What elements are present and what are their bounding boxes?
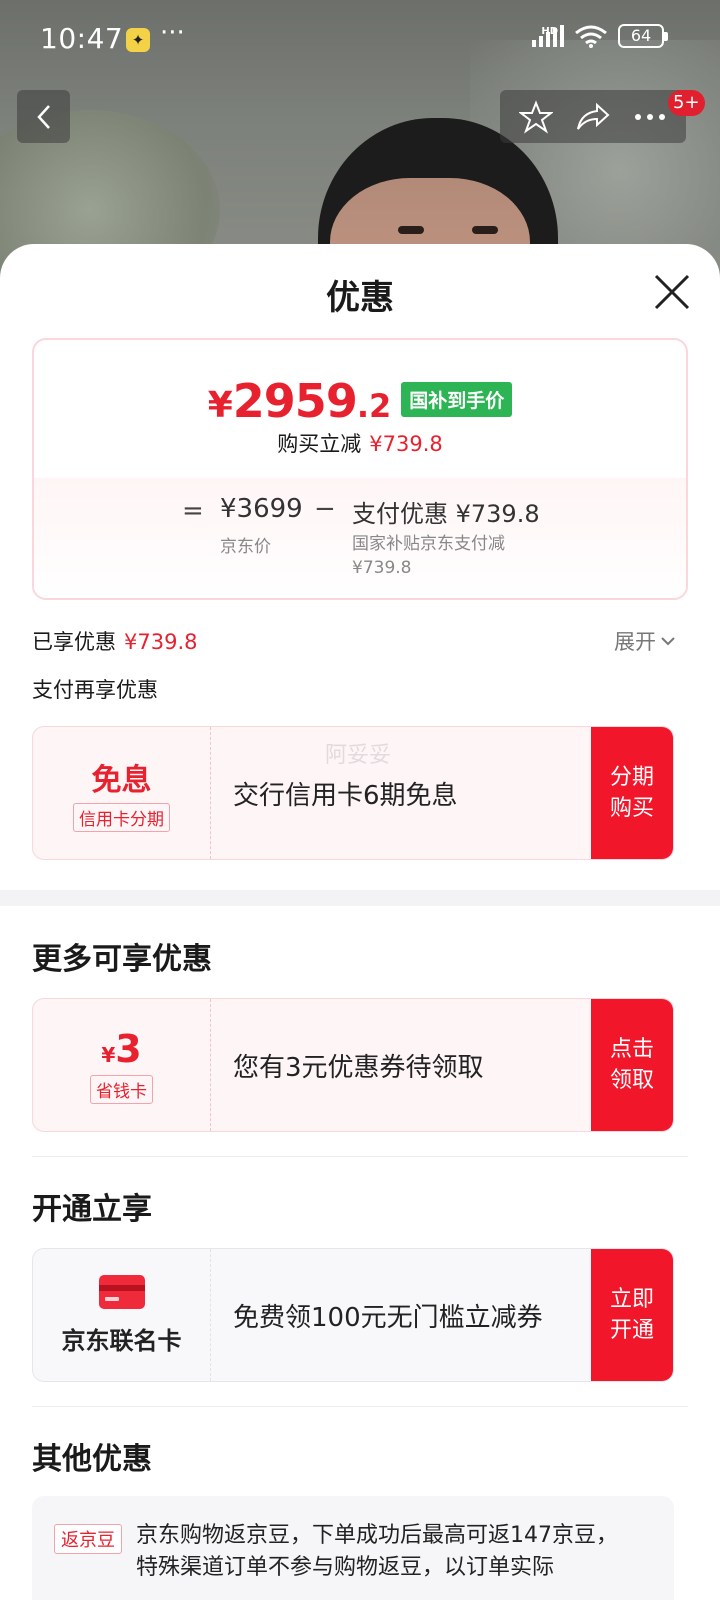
divider-line (32, 1406, 688, 1407)
section-divider (0, 890, 720, 906)
status-time: 10:47 (40, 22, 124, 55)
back-button[interactable] (17, 90, 70, 143)
coupon-amount: ¥3 (101, 1027, 141, 1071)
pay-discount-note: 国家补贴京东支付减 ¥739.8 (352, 534, 505, 578)
reduce-amount: ¥739.8 (369, 432, 443, 456)
installment-text: 交行信用卡6期免息 (233, 780, 458, 811)
subsidy-price-tag: 国补到手价 (401, 382, 513, 417)
coupon-sub: 省钱卡 (90, 1074, 153, 1104)
coupon-value: 3 (115, 1026, 142, 1071)
coupon-offer[interactable]: ¥3 省钱卡 您有3元优惠券待领取 点击领取 (32, 998, 674, 1132)
more-icon[interactable] (633, 112, 667, 122)
coupon-currency: ¥ (101, 1042, 116, 1067)
chevron-left-icon (36, 104, 50, 129)
installment-sub: 信用卡分期 (73, 802, 170, 832)
status-dots: ··· (160, 18, 185, 48)
other-offers-title: 其他优惠 (32, 1442, 152, 1477)
price-breakdown: = ¥3699 京东价 − 支付优惠 ¥739.8 国家补贴京东支付减 ¥739… (34, 478, 686, 598)
message-badge: 5+ (668, 90, 705, 116)
reduce-label: 购买立减 (277, 432, 362, 456)
jd-card-badge: 京东联名卡 (33, 1249, 211, 1381)
chevron-down-icon (661, 637, 675, 646)
minus-sign: − (314, 494, 336, 524)
installment-buy-button[interactable]: 分期购买 (591, 727, 673, 859)
share-icon[interactable] (575, 101, 611, 133)
reduce-line: 购买立减 ¥739.8 (34, 428, 686, 458)
jd-price-label: 京东价 (220, 537, 271, 557)
jd-price: ¥3699 (220, 494, 303, 524)
jd-card-text: 免费领100元无门槛立减券 (233, 1302, 543, 1333)
jd-beans-text: 京东购物返京豆，下单成功后最高可返147京豆，特殊渠道订单不参与购物返豆，以订单… (136, 1523, 618, 1580)
top-actions (500, 90, 686, 143)
status-bar: 10:47 ✦ ··· HD 64 (0, 0, 720, 80)
expand-label: 展开 (614, 630, 656, 654)
jd-card-label: 京东联名卡 (61, 1326, 182, 1355)
sheet-title: 优惠 (326, 278, 394, 318)
enjoyed-label: 已享优惠 (32, 630, 116, 654)
favorite-star-icon[interactable] (519, 99, 553, 134)
wifi-icon (575, 25, 607, 48)
battery-icon: 64 (618, 24, 668, 48)
pay-more-label: 支付再享优惠 (32, 678, 158, 702)
signal-icon (532, 25, 564, 47)
claim-coupon-button[interactable]: 点击领取 (591, 999, 673, 1131)
expand-button[interactable]: 展开 (614, 626, 676, 656)
final-price: ¥ 2959 .2 国补到手价 (34, 374, 686, 428)
coupon-badge: ¥3 省钱卡 (33, 999, 211, 1131)
open-card-button[interactable]: 立即开通 (591, 1249, 673, 1381)
price-card: ¥ 2959 .2 国补到手价 购买立减 ¥739.8 = ¥3699 京东价 −… (32, 338, 688, 600)
equals-sign: = (182, 496, 204, 526)
pay-discount: 支付优惠 ¥739.8 (352, 500, 540, 528)
jd-beans-tag: 返京豆 (54, 1524, 122, 1554)
price-decimal: .2 (356, 387, 392, 425)
installment-big: 免息 (91, 762, 152, 798)
coupon-text: 您有3元优惠券待领取 (233, 1052, 484, 1083)
installment-offer[interactable]: 免息 信用卡分期 阿妥妥 交行信用卡6期免息 分期购买 (32, 726, 674, 860)
close-icon[interactable] (650, 270, 694, 314)
price-currency: ¥ (207, 385, 233, 426)
app-notification-icon: ✦ (126, 28, 150, 52)
jd-card-offer[interactable]: 京东联名卡 免费领100元无门槛立减券 立即开通 (32, 1248, 674, 1382)
other-offer-box: 返京豆 京东购物返京豆，下单成功后最高可返147京豆，特殊渠道订单不参与购物返豆… (32, 1496, 674, 1600)
discount-sheet: 优惠 ¥ 2959 .2 国补到手价 购买立减 ¥739.8 = ¥3699 京东… (0, 244, 720, 1600)
price-integer: 2959 (232, 374, 358, 428)
open-benefits-title: 开通立享 (32, 1192, 152, 1227)
credit-card-icon (98, 1274, 145, 1309)
divider-line (32, 1156, 688, 1157)
enjoyed-amount: ¥739.8 (124, 630, 198, 654)
installment-badge: 免息 信用卡分期 (33, 727, 211, 859)
more-offers-title: 更多可享优惠 (32, 942, 212, 977)
enjoyed-discount: 已享优惠 ¥739.8 (32, 626, 197, 656)
